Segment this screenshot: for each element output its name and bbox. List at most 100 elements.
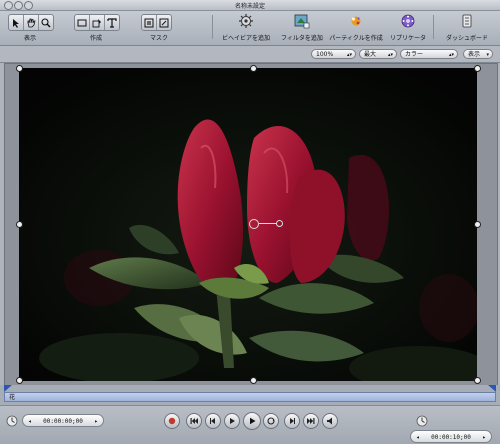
resolution-popup[interactable]: 最大 ▴▾ (359, 49, 397, 59)
zoom-level-value: 100% (316, 51, 334, 58)
rotation-handle-line (259, 223, 277, 224)
resize-handle-right[interactable] (474, 221, 481, 228)
go-to-end-button[interactable] (303, 413, 319, 429)
speaker-icon (327, 417, 332, 425)
canvas-image[interactable] (19, 68, 477, 381)
loop-button[interactable] (263, 413, 279, 429)
mask-rect-tool[interactable] (142, 15, 157, 30)
particles-icon (351, 16, 361, 26)
canvas-window: 名称未設定 表示 作成 マスク ビヘイビアを追加 フィルタを追加 パーティクルを… (0, 0, 500, 444)
filter-icon (294, 14, 310, 29)
pen-icon (92, 18, 101, 27)
resize-handle-bottom[interactable] (250, 377, 257, 384)
mask-bezier-icon (159, 18, 169, 27)
text-icon (107, 17, 117, 28)
toolbar: 表示 作成 マスク ビヘイビアを追加 フィルタを追加 パーティクルを作成 リプリ… (0, 11, 500, 46)
view-tools-label: 表示 (23, 35, 36, 42)
duration-clock-icon[interactable] (416, 415, 428, 427)
add-filter-label: フィルタを追加 (281, 35, 323, 42)
out-point-icon[interactable] (488, 385, 496, 392)
create-tools-label: 作成 (89, 35, 102, 42)
view-value: 表示 (468, 51, 481, 58)
rectangle-tool[interactable] (75, 15, 90, 30)
layer-track[interactable]: 花 (4, 392, 496, 402)
resize-handle-top-right[interactable] (474, 65, 481, 72)
duration-field[interactable]: ◂ 00:00:10;00 ▸ (410, 430, 492, 443)
go-to-start-button[interactable] (186, 413, 202, 429)
dashboard-icon (462, 14, 472, 28)
title-bar: 名称未設定 (0, 0, 500, 11)
add-behavior-button[interactable] (237, 13, 255, 29)
flower-photo (19, 68, 477, 381)
gear-icon (239, 14, 253, 28)
resolution-value: 最大 (364, 51, 377, 58)
play-icon (230, 418, 235, 424)
channel-value: カラー (405, 51, 424, 58)
mask-bezier-tool[interactable] (157, 15, 171, 30)
magnifier-icon (41, 17, 51, 27)
record-button[interactable] (164, 413, 180, 429)
mask-rectangle-icon (144, 18, 154, 27)
replicate-label: リプリケータ (389, 35, 426, 42)
resize-handle-top-left[interactable] (16, 65, 23, 72)
zoom-level-popup[interactable]: 100% ▴▾ (311, 49, 356, 59)
duration-value: 00:00:10;00 (431, 434, 471, 441)
step-forward-button[interactable] (284, 413, 300, 429)
in-point-icon[interactable] (4, 385, 12, 392)
rotation-handle[interactable] (276, 220, 283, 227)
loop-icon (267, 417, 275, 425)
anchor-point[interactable] (249, 219, 259, 229)
toolbar-separator (212, 15, 213, 39)
hand-icon (27, 18, 36, 27)
popup-arrows-icon: ▴▾ (346, 52, 352, 58)
add-behavior-label: ビヘイビアを追加 (221, 35, 270, 42)
step-forward-icon (290, 418, 295, 424)
transport-bar: ◂ 00:00:00;00 ▸ ◂ 00:00:10;00 ▸ (0, 405, 500, 444)
popup-arrows-icon: ▾ (486, 52, 489, 58)
timecode-clock-icon[interactable] (6, 415, 18, 427)
bezier-tool[interactable] (90, 15, 105, 30)
play-from-start-button[interactable] (243, 412, 261, 430)
resize-handle-bottom-left[interactable] (16, 377, 23, 384)
add-filter-button[interactable] (293, 13, 311, 29)
dashboard-label: ダッシュボード (445, 35, 488, 42)
toolbar-separator-2 (433, 15, 434, 39)
go-to-start-icon (190, 418, 198, 424)
layer-track-label: 花 (9, 394, 16, 401)
replicate-button[interactable] (399, 13, 417, 29)
resize-handle-top[interactable] (250, 65, 257, 72)
step-back-button[interactable] (205, 413, 221, 429)
text-tool[interactable] (105, 15, 119, 30)
canvas-area (4, 63, 498, 386)
go-to-end-icon (307, 418, 315, 424)
stepper-right-icon: ▸ (94, 418, 98, 425)
make-particles-button[interactable] (347, 13, 365, 29)
stepper-left-icon: ◂ (416, 434, 420, 441)
create-tools (74, 14, 120, 31)
current-time-field[interactable]: ◂ 00:00:00;00 ▸ (22, 414, 104, 427)
arrow-icon (12, 18, 19, 28)
play-icon-large (250, 417, 256, 425)
view-options-bar: 100% ▴▾ 最大 ▴▾ カラー ▴▾ 表示 ▾ (0, 46, 500, 63)
rectangle-icon (77, 19, 87, 26)
audio-mute-button[interactable] (322, 413, 338, 429)
dashboard-button[interactable] (458, 13, 476, 29)
popup-arrows-icon: ▴▾ (387, 52, 393, 58)
select-tool[interactable] (9, 15, 24, 30)
view-tools (8, 14, 54, 31)
record-icon (168, 417, 176, 425)
view-popup[interactable]: 表示 ▾ (463, 49, 493, 59)
channel-popup[interactable]: カラー ▴▾ (400, 49, 458, 59)
window-title: 名称未設定 (234, 3, 265, 10)
stepper-right-icon: ▸ (482, 434, 486, 441)
play-button[interactable] (224, 413, 240, 429)
zoom-tool[interactable] (39, 15, 53, 30)
step-back-icon (210, 418, 215, 424)
replicator-icon (401, 14, 415, 28)
pan-tool[interactable] (24, 15, 39, 30)
mask-tools (141, 14, 172, 31)
mask-tools-label: マスク (149, 35, 168, 42)
resize-handle-left[interactable] (16, 221, 23, 228)
resize-handle-bottom-right[interactable] (474, 377, 481, 384)
popup-arrows-icon: ▴▾ (448, 52, 454, 58)
